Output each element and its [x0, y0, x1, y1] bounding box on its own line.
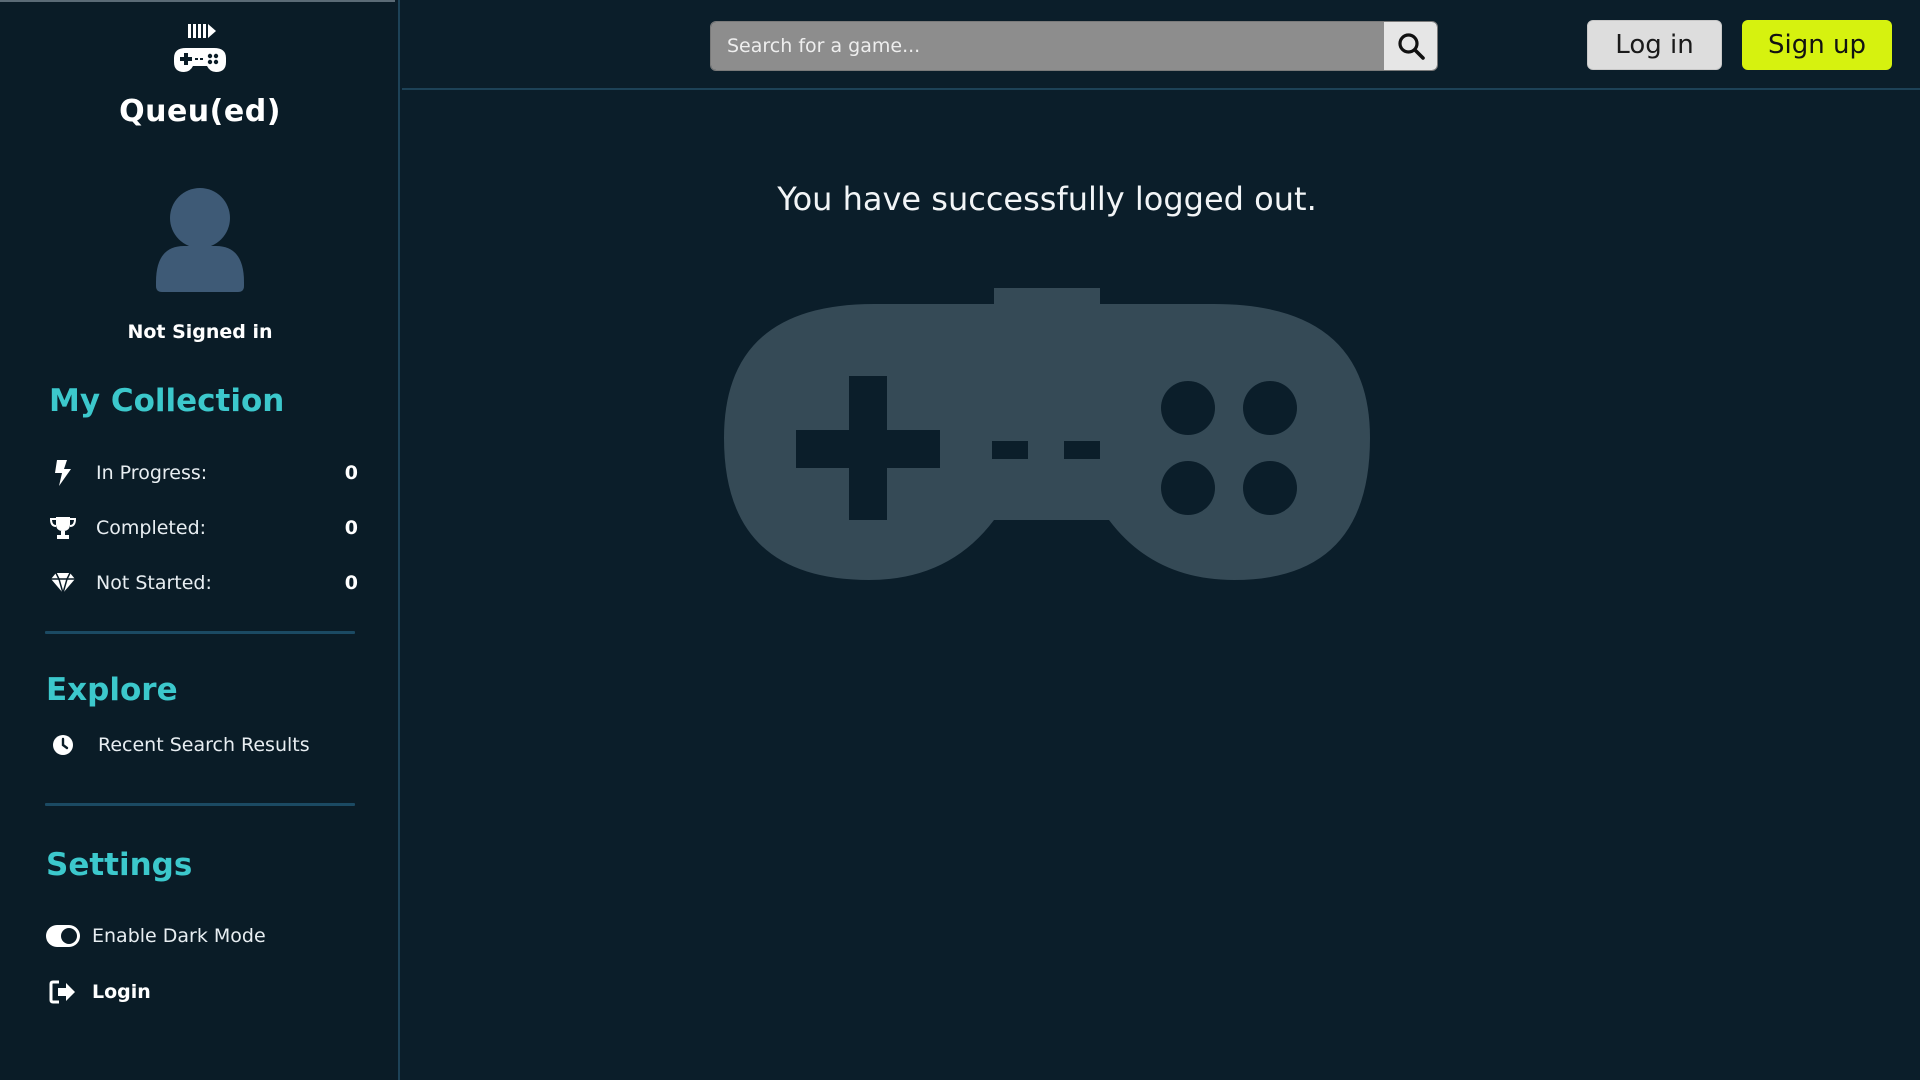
- trophy-icon: [46, 514, 80, 542]
- collection-item-count: 0: [344, 462, 358, 484]
- sidebar-divider: [45, 631, 355, 634]
- sidebar-top-border: [0, 0, 395, 2]
- my-collection-heading: My Collection: [49, 383, 285, 419]
- sidebar-login-label: Login: [92, 981, 151, 1003]
- collection-item-label: In Progress:: [96, 462, 208, 484]
- bolt-icon: [46, 459, 80, 487]
- user-status: Not Signed in: [127, 321, 273, 343]
- search-bar: [710, 21, 1438, 71]
- gamepad-icon: [724, 288, 1370, 580]
- search-icon: [1397, 33, 1425, 60]
- controller-logo-icon: [174, 24, 226, 72]
- search-input[interactable]: [711, 22, 1385, 70]
- login-button[interactable]: Log in: [1587, 20, 1722, 70]
- settings-heading: Settings: [46, 847, 193, 883]
- dark-mode-toggle-row[interactable]: Enable Dark Mode: [46, 925, 266, 947]
- logout-message: You have successfully logged out.: [777, 180, 1317, 218]
- main-content: You have successfully logged out.: [402, 92, 1920, 1080]
- app-root: Queu(ed) Not Signed in My Collection In …: [0, 0, 1920, 1080]
- collection-item-label: Not Started:: [96, 572, 212, 594]
- collection-item-count: 0: [344, 572, 358, 594]
- dark-mode-toggle[interactable]: [46, 925, 80, 947]
- collection-item-completed[interactable]: Completed: 0: [46, 513, 358, 543]
- collection-item-count: 0: [344, 517, 358, 539]
- sidebar: Queu(ed) Not Signed in My Collection In …: [0, 0, 400, 1080]
- search-button[interactable]: [1384, 22, 1437, 70]
- recent-search-results-label: Recent Search Results: [98, 734, 310, 756]
- sidebar-divider: [45, 803, 355, 806]
- collection-item-label: Completed:: [96, 517, 207, 539]
- sidebar-login-link[interactable]: Login: [46, 978, 151, 1006]
- signup-button[interactable]: Sign up: [1742, 20, 1892, 70]
- top-header: Log in Sign up: [402, 0, 1920, 90]
- recent-search-results-link[interactable]: Recent Search Results: [46, 731, 310, 759]
- dark-mode-label: Enable Dark Mode: [92, 925, 266, 947]
- app-title: Queu(ed): [119, 94, 281, 129]
- gem-icon: [46, 569, 80, 597]
- toggle-knob: [61, 928, 77, 944]
- collection-item-not-started[interactable]: Not Started: 0: [46, 568, 358, 598]
- avatar-icon: [156, 188, 244, 292]
- app-logo[interactable]: Queu(ed): [0, 20, 400, 129]
- explore-heading: Explore: [46, 672, 178, 708]
- clock-icon: [46, 731, 80, 759]
- sign-in-icon: [46, 978, 80, 1006]
- collection-item-in-progress[interactable]: In Progress: 0: [46, 458, 358, 488]
